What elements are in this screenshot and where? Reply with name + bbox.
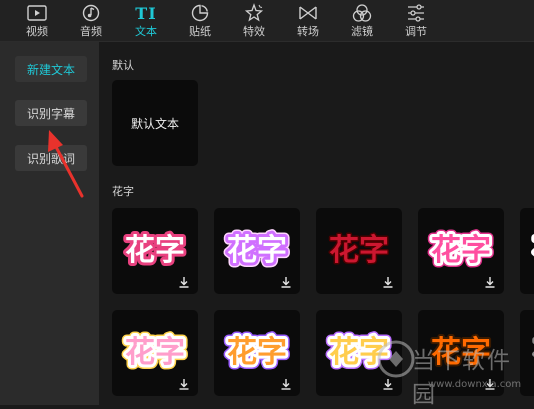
tab-text-label: 文本	[135, 25, 157, 38]
huazi-section-title: 花字	[112, 185, 134, 198]
huazi-card[interactable]: 花字花字	[520, 208, 534, 294]
effects-icon	[243, 3, 265, 23]
audio-icon	[80, 3, 102, 23]
tab-adjust-label: 调节	[405, 25, 427, 38]
download-icon[interactable]	[382, 378, 394, 390]
tab-filter-label: 滤镜	[351, 25, 373, 38]
video-icon	[26, 3, 48, 23]
tab-audio[interactable]: 音频	[64, 0, 118, 41]
download-icon[interactable]	[178, 378, 190, 390]
new-text-button[interactable]: 新建文本	[15, 56, 87, 82]
huazi-card[interactable]: 花字花字	[520, 310, 534, 396]
tab-filter[interactable]: 滤镜	[335, 0, 389, 41]
default-section-title: 默认	[112, 59, 134, 72]
huazi-card[interactable]: 花字 花字 花字	[214, 310, 300, 396]
huazi-text: 花字	[431, 335, 491, 370]
huazi-card[interactable]: 花字 花字 花字	[214, 208, 300, 294]
default-text-card[interactable]: 默认文本	[112, 80, 198, 166]
huazi-text: 花字	[431, 233, 491, 268]
adjust-icon	[405, 3, 427, 23]
sidebar: 新建文本 识别字幕 识别歌词	[0, 42, 99, 405]
transition-icon	[297, 3, 319, 23]
download-icon[interactable]	[382, 276, 394, 288]
download-icon[interactable]	[280, 276, 292, 288]
sticker-icon	[189, 3, 211, 23]
tab-audio-label: 音频	[80, 25, 102, 38]
huazi-card[interactable]: 花字 花字 花字	[316, 310, 402, 396]
tab-sticker[interactable]: 贴纸	[173, 0, 227, 41]
top-toolbar: 视频 音频 TI 文本 贴纸 特效 转场 滤镜 调节	[0, 0, 534, 42]
tab-video[interactable]: 视频	[10, 0, 64, 41]
huazi-text: 花字	[125, 335, 185, 370]
huazi-card[interactable]: 花字花字	[316, 208, 402, 294]
download-icon[interactable]	[280, 378, 292, 390]
recognize-lyrics-button[interactable]: 识别歌词	[15, 145, 87, 171]
huazi-text: 花字	[329, 233, 389, 268]
huazi-preview: 花字花字	[531, 333, 534, 372]
download-icon[interactable]	[484, 276, 496, 288]
huazi-card[interactable]: 花字 花字 花字	[112, 310, 198, 396]
huazi-preview: 花字花字	[530, 230, 534, 271]
tab-effects-label: 特效	[243, 25, 265, 38]
tab-transition-label: 转场	[297, 25, 319, 38]
huazi-text: 花字	[125, 233, 185, 268]
recognize-subtitles-button[interactable]: 识别字幕	[15, 100, 87, 126]
tab-text[interactable]: TI 文本	[119, 0, 173, 41]
huazi-card[interactable]: 花字花字	[418, 310, 504, 396]
download-icon[interactable]	[484, 378, 496, 390]
default-text-label: 默认文本	[130, 116, 179, 131]
huazi-text: 花字	[329, 335, 389, 370]
huazi-text: 花字	[227, 233, 287, 268]
download-icon[interactable]	[178, 276, 190, 288]
main-panel: 默认 默认文本 花字 花字 花字 花字 花字 花字 花字 花字 花字 花字 花字 花字 花字 花字 花字花…	[99, 42, 534, 405]
text-icon-glyph: TI	[135, 3, 157, 23]
tab-effects[interactable]: 特效	[227, 0, 281, 41]
tab-adjust[interactable]: 调节	[389, 0, 443, 41]
tab-transition[interactable]: 转场	[281, 0, 335, 41]
filter-icon	[351, 3, 373, 23]
huazi-card[interactable]: 花字花字	[112, 208, 198, 294]
text-icon: TI	[135, 3, 157, 23]
tab-sticker-label: 贴纸	[189, 25, 211, 38]
huazi-text: 花字	[227, 335, 287, 370]
tab-video-label: 视频	[26, 25, 48, 38]
huazi-card[interactable]: 花字 花字 花字	[418, 208, 504, 294]
